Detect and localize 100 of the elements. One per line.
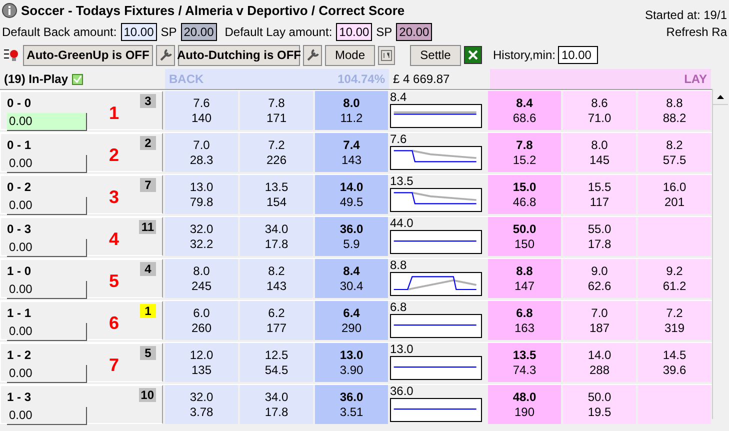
price-cell[interactable]: 13.5 74.3 [488,343,561,382]
sp-label: SP [376,24,392,41]
lay-amount-field[interactable]: 10.00 [336,23,372,41]
price-cell[interactable]: 6.4 290 [315,301,388,340]
runner-name: 1 - 2 [7,347,32,364]
price-cell[interactable]: 8.2 143 [240,259,313,298]
position-badge: 10 [138,388,156,402]
price-cell[interactable]: 8.6 71.0 [563,91,636,130]
price-cell[interactable]: 8.0 145 [563,133,636,172]
price-cell[interactable]: 12.0 135 [165,343,238,382]
position-badge: 1 [140,304,156,318]
stake-field[interactable]: 0.00 [7,322,87,340]
runner-name: 1 - 0 [7,263,32,280]
price-cell[interactable]: 13.5 154 [240,175,313,214]
auto-greenup-button[interactable]: Auto-GreenUp is OFF [23,44,153,66]
lay-sp-field[interactable]: 20.00 [396,23,432,41]
price-cell[interactable]: 50.0 150 [488,217,561,256]
book-percent: 104.74% [338,71,385,88]
runner-name: 0 - 3 [7,221,32,238]
last-traded-price: 13.5 [390,175,414,188]
refresh-rate-label: Refresh Ra [666,24,727,41]
position-badge: 5 [140,346,156,360]
rank-number: 7 [109,354,120,377]
auto-dutching-button[interactable]: Auto-Dutching is OFF [178,44,300,66]
price-cell[interactable]: 32.0 3.78 [165,385,238,424]
price-cell[interactable]: 15.5 117 [563,175,636,214]
price-cell[interactable]: 55.0 17.8 [563,217,636,256]
price-cell[interactable]: 7.2 319 [638,301,711,340]
price-cell[interactable]: 7.2 226 [240,133,313,172]
price-cell[interactable]: 8.4 30.4 [315,259,388,298]
position-badge: 4 [140,262,156,276]
price-cell[interactable]: 8.0 11.2 [315,91,388,130]
stake-field[interactable]: 0.00 [7,280,87,298]
back-amount-label: Default Back amount: [2,24,117,41]
stake-field[interactable]: 0.00 [7,154,87,172]
price-cell[interactable]: 12.5 54.5 [240,343,313,382]
price-cell[interactable]: 7.8 15.2 [488,133,561,172]
last-traded-price: 36.0 [390,385,414,398]
price-cell[interactable]: 6.2 177 [240,301,313,340]
back-amount-field[interactable]: 10.00 [120,23,157,41]
stake-field[interactable]: 0.00 [7,406,87,424]
info-icon[interactable] [2,3,17,18]
spreadsheet-icon[interactable] [464,46,482,64]
rank-number: 2 [109,144,120,167]
price-cell[interactable]: 7.4 143 [315,133,388,172]
last-traded-price: 8.8 [390,259,408,272]
price-cell[interactable]: 7.8 171 [240,91,313,130]
price-cell[interactable]: 7.0 28.3 [165,133,238,172]
stake-field[interactable]: 0.00 [7,364,87,382]
price-cell[interactable]: 8.8 88.2 [638,91,711,130]
sp-label: SP [160,24,177,41]
price-cell[interactable]: 16.0 201 [638,175,711,214]
runner-name: 1 - 3 [7,389,32,406]
price-cell[interactable]: 8.2 57.5 [638,133,711,172]
wrench-icon[interactable] [156,44,175,66]
lay-label: LAY [684,71,707,88]
price-cell[interactable]: 9.2 61.2 [638,259,711,298]
history-field[interactable]: 10.00 [558,46,598,64]
settle-button[interactable]: Settle [410,44,461,66]
in-play-label: (19) In-Play [4,71,68,88]
price-cell[interactable]: 7.6 140 [165,91,238,130]
last-traded-price: 44.0 [390,217,414,230]
wrench-icon[interactable] [303,44,322,66]
history-label: History,min: [493,47,556,64]
price-cell[interactable]: 48.0 190 [488,385,561,424]
price-cell[interactable]: 15.0 46.8 [488,175,561,214]
price-cell[interactable]: 8.8 147 [488,259,561,298]
stake-field[interactable]: 0.00 [7,112,87,130]
price-cell[interactable]: 6.0 260 [165,301,238,340]
price-cell[interactable]: 34.0 17.8 [240,385,313,424]
price-cell[interactable]: 32.0 32.2 [165,217,238,256]
rank-number: 6 [109,312,120,335]
price-cell[interactable]: 36.0 3.51 [315,385,388,424]
price-cell[interactable]: 36.0 5.9 [315,217,388,256]
price-cell[interactable]: 14.0 288 [563,343,636,382]
price-cell[interactable]: 7.0 187 [563,301,636,340]
price-cell[interactable]: 34.0 17.8 [240,217,313,256]
back-sp-field[interactable]: 20.00 [180,23,217,41]
rank-number: 1 [109,102,120,125]
price-cell[interactable]: 8.0 245 [165,259,238,298]
price-cell[interactable]: 14.0 49.5 [315,175,388,214]
stake-field[interactable]: 0.00 [7,238,87,256]
price-cell[interactable]: 8.4 68.6 [488,91,561,130]
window-title: Soccer - Todays Fixtures / Almeria v Deportivo / Correct Score [21,2,405,20]
price-cell[interactable]: 50.0 19.5 [563,385,636,424]
price-cell[interactable]: 6.8 163 [488,301,561,340]
lay-amount-label: Default Lay amount: [224,24,332,41]
price-cell[interactable]: 13.0 3.90 [315,343,388,382]
position-badge: 7 [140,178,156,192]
in-play-checkbox[interactable] [72,74,84,84]
price-cell[interactable]: 14.5 39.6 [638,343,711,382]
stake-field[interactable]: 0.00 [7,196,87,214]
scroll-up-arrow-icon[interactable] [717,94,724,98]
price-cell[interactable]: 9.0 62.6 [563,259,636,298]
position-badge: 11 [139,220,156,234]
odds-icon[interactable] [378,46,395,64]
mode-button[interactable]: Mode [325,44,375,66]
price-cell[interactable]: 13.0 79.8 [165,175,238,214]
back-label: BACK [169,71,204,88]
last-traded-price: 6.8 [390,301,408,314]
